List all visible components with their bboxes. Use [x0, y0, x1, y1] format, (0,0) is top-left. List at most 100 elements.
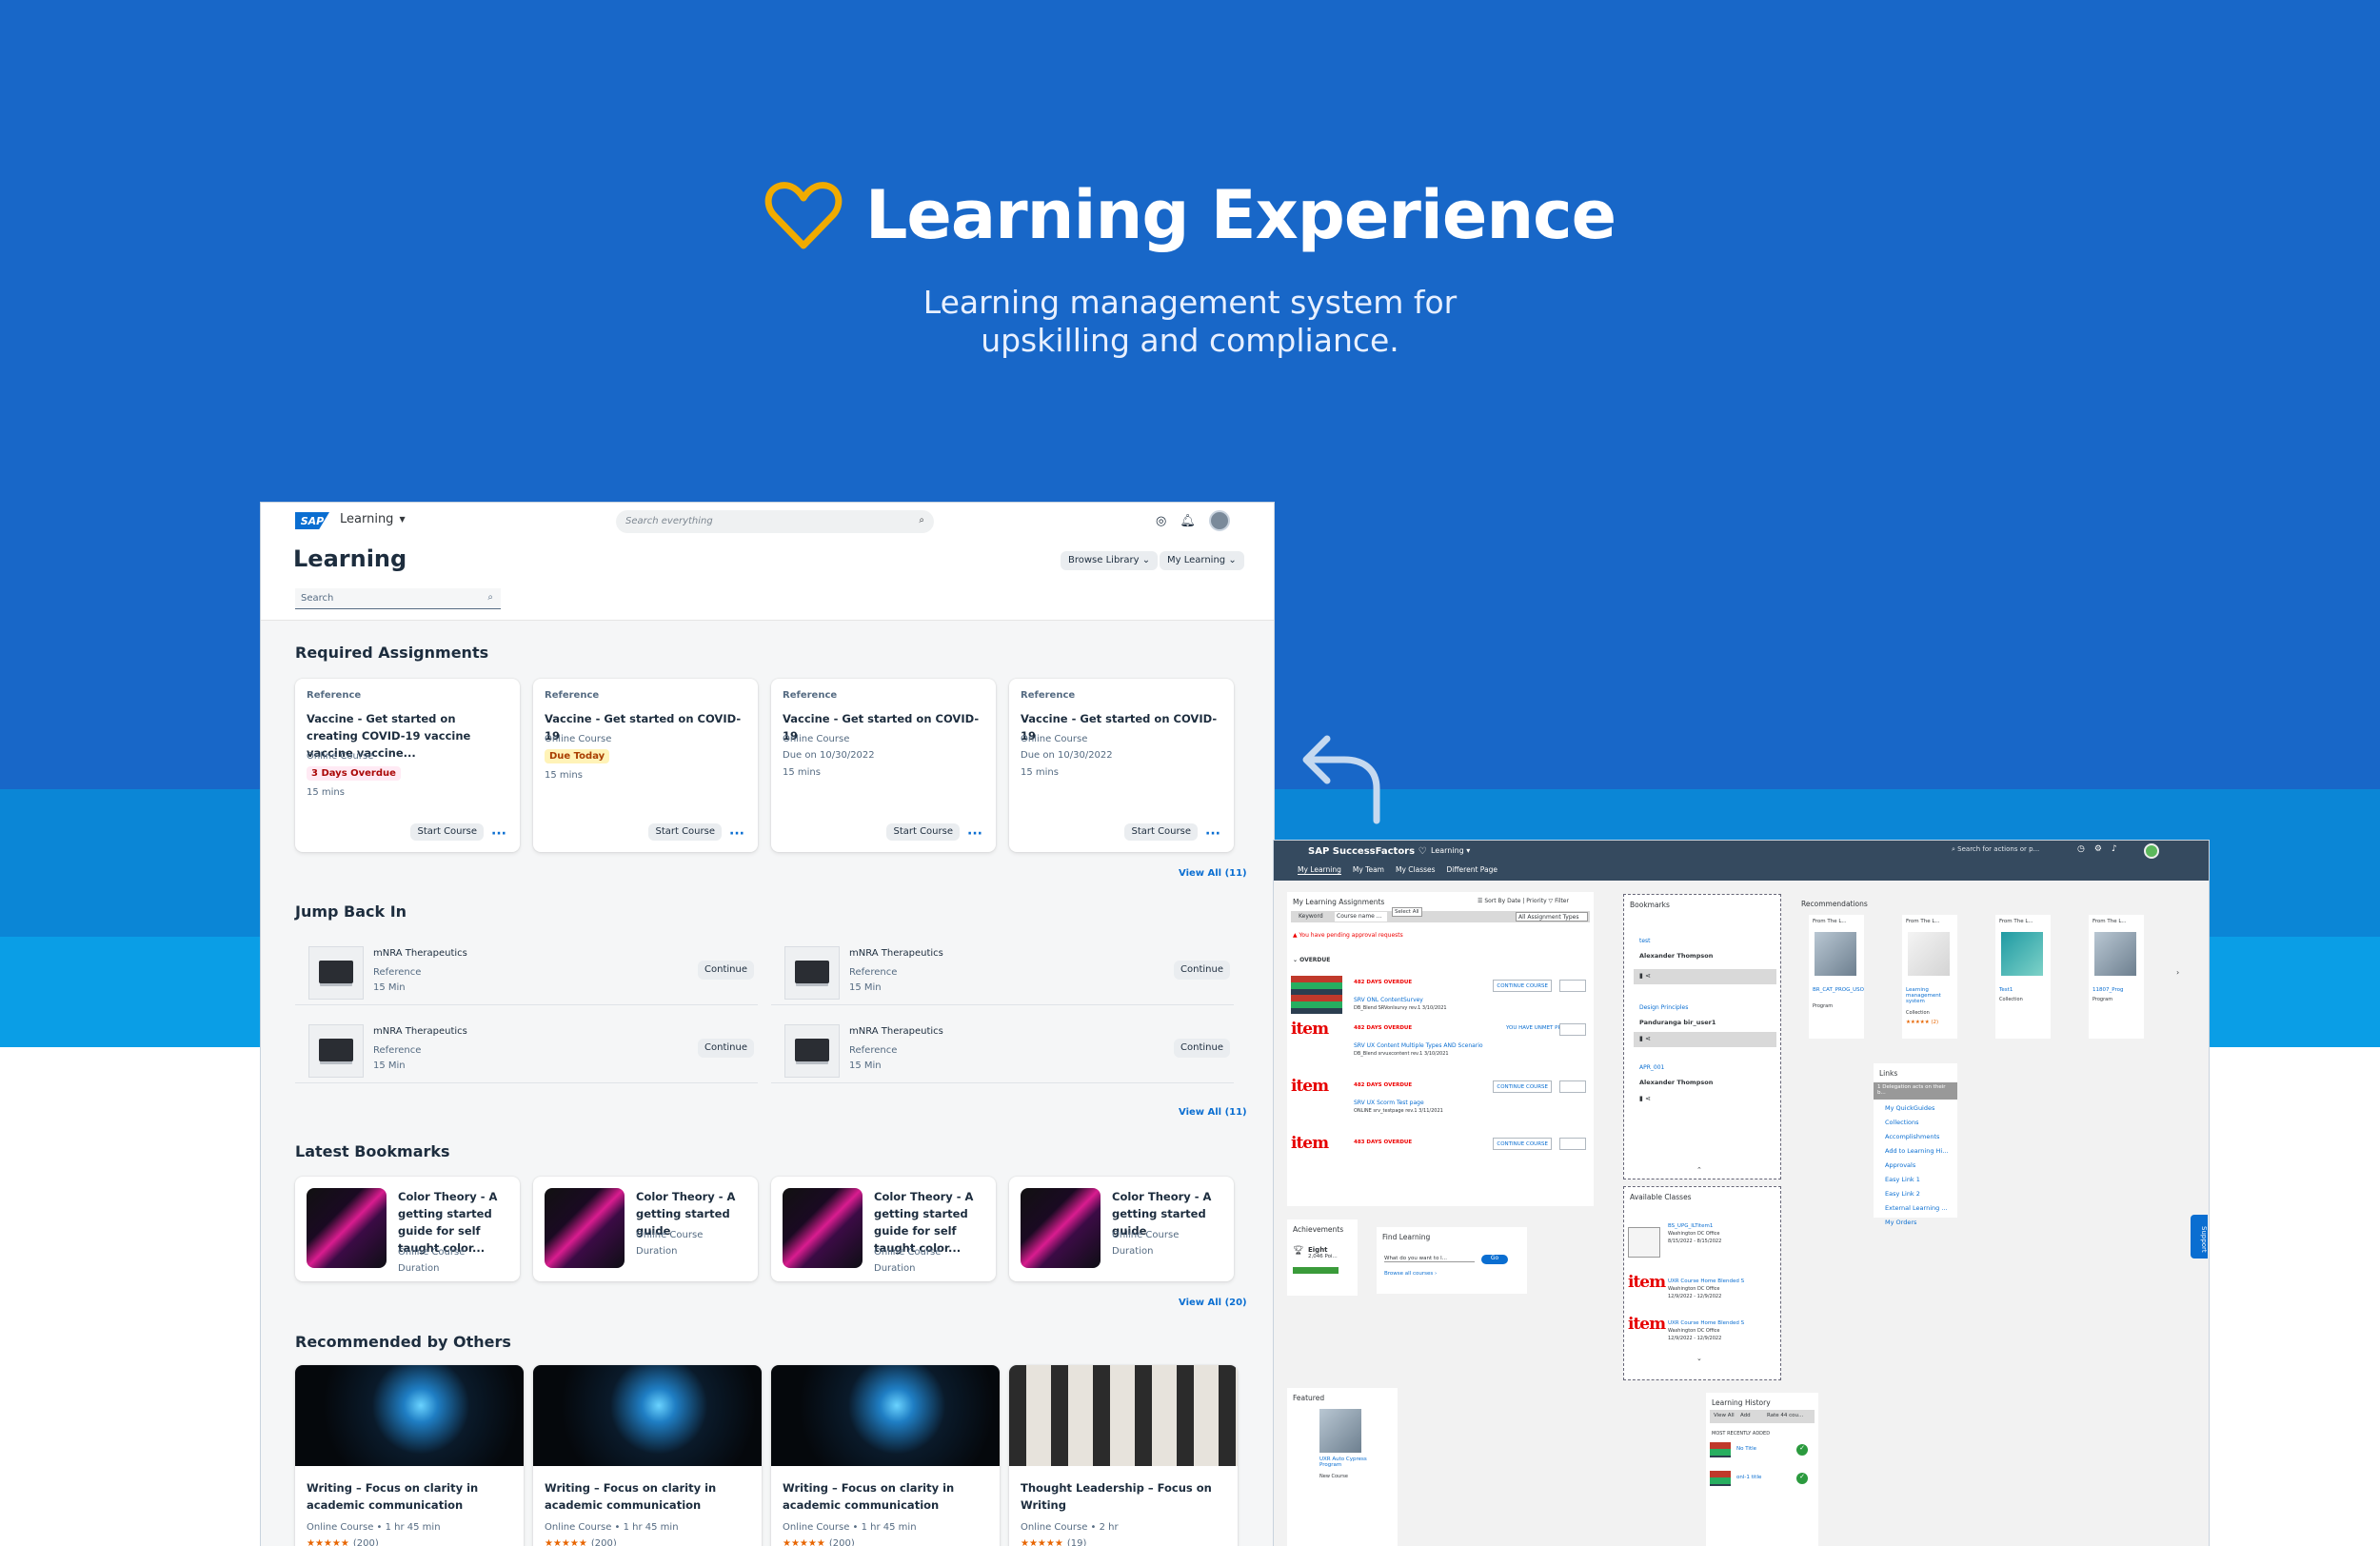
select-all-button[interactable]: Select All	[1392, 907, 1422, 917]
support-tab[interactable]: Support	[2191, 1215, 2208, 1259]
recommendation-card[interactable]: From The L... BR_CAT_PROG_USO Program	[1809, 915, 1864, 1039]
history-add[interactable]: Add	[1740, 1413, 1751, 1418]
bell-icon[interactable]: 🔔︎	[1180, 514, 1196, 528]
avatar[interactable]	[2144, 843, 2159, 859]
card-title[interactable]: Writing – Focus on clarity in academic c…	[783, 1479, 992, 1514]
overdue-group[interactable]: ⌄ OVERDUE	[1293, 957, 1330, 963]
view-all-link[interactable]: View All (11)	[1179, 868, 1247, 879]
tab-my-classes[interactable]: My Classes	[1396, 865, 1436, 875]
bookmark-actions[interactable]: ▮ ⋖	[1639, 1095, 1651, 1102]
continue-button[interactable]: Continue	[1174, 961, 1230, 980]
product-switcher[interactable]: Learning ▼	[340, 512, 406, 526]
continue-course-button[interactable]: CONTINUE COURSE	[1493, 1080, 1552, 1093]
recommended-card[interactable]: Writing – Focus on clarity in academic c…	[771, 1365, 1000, 1546]
row-dropdown[interactable]	[1559, 1023, 1586, 1036]
tab-my-learning[interactable]: My Learning	[1298, 865, 1341, 875]
rec-name[interactable]: Test1	[1999, 987, 2013, 993]
rec-name[interactable]: Learning management system	[1906, 987, 1959, 1004]
recommended-card[interactable]: Writing – Focus on clarity in academic c…	[295, 1365, 524, 1546]
class-name[interactable]: UXR Course Home Blended S	[1668, 1278, 1744, 1284]
continue-button[interactable]: Continue	[1174, 1039, 1230, 1058]
row-title[interactable]: SRV ONL ContentSurvey	[1354, 997, 1423, 1003]
link-item[interactable]: Easy Link 2	[1885, 1187, 1948, 1201]
continue-course-button[interactable]: CONTINUE COURSE	[1493, 1138, 1552, 1150]
view-all-link[interactable]: View All (20)	[1179, 1298, 1247, 1308]
row-dropdown[interactable]	[1559, 1080, 1586, 1093]
link-item[interactable]: My Orders	[1885, 1216, 1948, 1230]
start-course-button[interactable]: Start Course	[648, 823, 722, 841]
avatar[interactable]	[1208, 510, 1230, 531]
view-all-link[interactable]: View All (11)	[1179, 1107, 1247, 1118]
row-dropdown[interactable]	[1559, 980, 1586, 992]
list-item[interactable]: mNRA Therapeutics Reference 15 Min Conti…	[295, 937, 758, 1005]
continue-course-button[interactable]: CONTINUE COURSE	[1493, 980, 1552, 992]
bell-icon[interactable]: ♪	[2112, 844, 2117, 854]
history-view-all[interactable]: View All	[1714, 1413, 1735, 1418]
class-name[interactable]: BS_UPG_ILTitem1	[1668, 1223, 1713, 1229]
list-item[interactable]: mNRA Therapeutics Reference 15 Min Conti…	[771, 1015, 1234, 1083]
tab-different-page[interactable]: Different Page	[1447, 865, 1497, 875]
assignment-card[interactable]: Reference Vaccine - Get started on creat…	[295, 679, 520, 852]
browse-library-button[interactable]: Browse Library ⌄	[1061, 551, 1159, 570]
recommended-card[interactable]: Thought Leadership – Focus on Writing On…	[1009, 1365, 1238, 1546]
bookmark-name[interactable]: APR_001	[1639, 1064, 1664, 1071]
rec-name[interactable]: 11807_Prog	[2092, 987, 2123, 993]
chevron-up-icon[interactable]: ⌃	[1696, 1166, 1702, 1174]
recommendation-card[interactable]: From The L... Learning management system…	[1902, 915, 1957, 1039]
continue-button[interactable]: Continue	[698, 961, 754, 980]
featured-name[interactable]: UXR Auto Cypress Program	[1319, 1457, 1377, 1468]
delegation-banner[interactable]: 1 Delegation acts on their b...	[1874, 1082, 1957, 1100]
row-dropdown[interactable]	[1559, 1138, 1586, 1150]
settings-icon[interactable]: ⚙	[2094, 844, 2102, 854]
copilot-icon[interactable]: ◎	[1156, 514, 1166, 528]
recommended-card[interactable]: Writing – Focus on clarity in academic c…	[533, 1365, 762, 1546]
bookmark-card[interactable]: Color Theory - A getting started guide f…	[771, 1177, 996, 1281]
bookmark-actions[interactable]: ▮ ⋖	[1634, 1032, 1776, 1047]
start-course-button[interactable]: Start Course	[1124, 823, 1198, 841]
link-item[interactable]: My QuickGuides	[1885, 1101, 1948, 1116]
link-item[interactable]: Add to Learning Hi...	[1885, 1144, 1948, 1159]
link-item[interactable]: Accomplishments	[1885, 1130, 1948, 1144]
find-learning-input[interactable]: What do you want to l...	[1384, 1256, 1475, 1262]
link-item[interactable]: Collections	[1885, 1116, 1948, 1130]
chevron-down-icon[interactable]: ⌄	[1696, 1355, 1702, 1362]
start-course-button[interactable]: Start Course	[886, 823, 960, 841]
assignment-types-select[interactable]: All Assignment Types	[1516, 912, 1588, 922]
link-item[interactable]: Approvals	[1885, 1159, 1948, 1173]
history-item[interactable]: No Title	[1736, 1446, 1756, 1452]
global-search-input[interactable]: Search everything ⌕	[616, 510, 934, 533]
clock-icon[interactable]: ◷	[2077, 844, 2085, 854]
search-icon[interactable]: ⌕	[919, 515, 924, 525]
link-item[interactable]: Easy Link 1	[1885, 1173, 1948, 1187]
list-item[interactable]: mNRA Therapeutics Reference 15 Min Conti…	[295, 1015, 758, 1083]
search-input[interactable]: Search ⌕	[295, 588, 501, 609]
bookmark-card[interactable]: Color Theory - A getting started guide O…	[533, 1177, 758, 1281]
bookmark-name[interactable]: test	[1639, 938, 1651, 944]
browse-courses-link[interactable]: Browse all courses ›	[1384, 1271, 1437, 1277]
assignment-card[interactable]: Reference Vaccine - Get started on COVID…	[533, 679, 758, 852]
start-course-button[interactable]: Start Course	[410, 823, 484, 841]
sort-controls[interactable]: ☰ Sort By Date | Priority ▽ Filter	[1478, 898, 1569, 904]
row-title[interactable]: SRV UX Content Multiple Types AND Scenar…	[1354, 1042, 1483, 1049]
sf-brand[interactable]: SAP SuccessFactors ♡	[1308, 846, 1427, 857]
more-icon[interactable]: ···	[729, 827, 744, 841]
row-title[interactable]: SRV UX Scorm Test page	[1354, 1100, 1424, 1106]
card-title[interactable]: Thought Leadership – Focus on Writing	[1021, 1479, 1230, 1514]
continue-button[interactable]: Continue	[698, 1039, 754, 1058]
history-item[interactable]: onl-1 title	[1736, 1475, 1761, 1480]
assignment-card[interactable]: Reference Vaccine - Get started on COVID…	[1009, 679, 1234, 852]
my-learning-button[interactable]: My Learning ⌄	[1160, 551, 1244, 570]
bookmark-card[interactable]: Color Theory - A getting started guide f…	[295, 1177, 520, 1281]
card-title[interactable]: Writing – Focus on clarity in academic c…	[307, 1479, 516, 1514]
tab-my-team[interactable]: My Team	[1353, 865, 1384, 875]
recommendation-card[interactable]: From The L... Test1 Collection	[1995, 915, 2051, 1039]
bookmark-card[interactable]: Color Theory - A getting started guide O…	[1009, 1177, 1234, 1281]
go-button[interactable]: Go	[1481, 1255, 1508, 1264]
card-title[interactable]: Writing – Focus on clarity in academic c…	[545, 1479, 754, 1514]
more-icon[interactable]: ···	[491, 827, 506, 841]
module-switcher[interactable]: Learning ▾	[1431, 846, 1470, 855]
assignment-card[interactable]: Reference Vaccine - Get started on COVID…	[771, 679, 996, 852]
keyword-input[interactable]: Course name ...	[1335, 912, 1387, 922]
class-name[interactable]: UXR Course Home Blended S	[1668, 1320, 1744, 1326]
sap-logo[interactable]: SAP	[295, 512, 329, 529]
